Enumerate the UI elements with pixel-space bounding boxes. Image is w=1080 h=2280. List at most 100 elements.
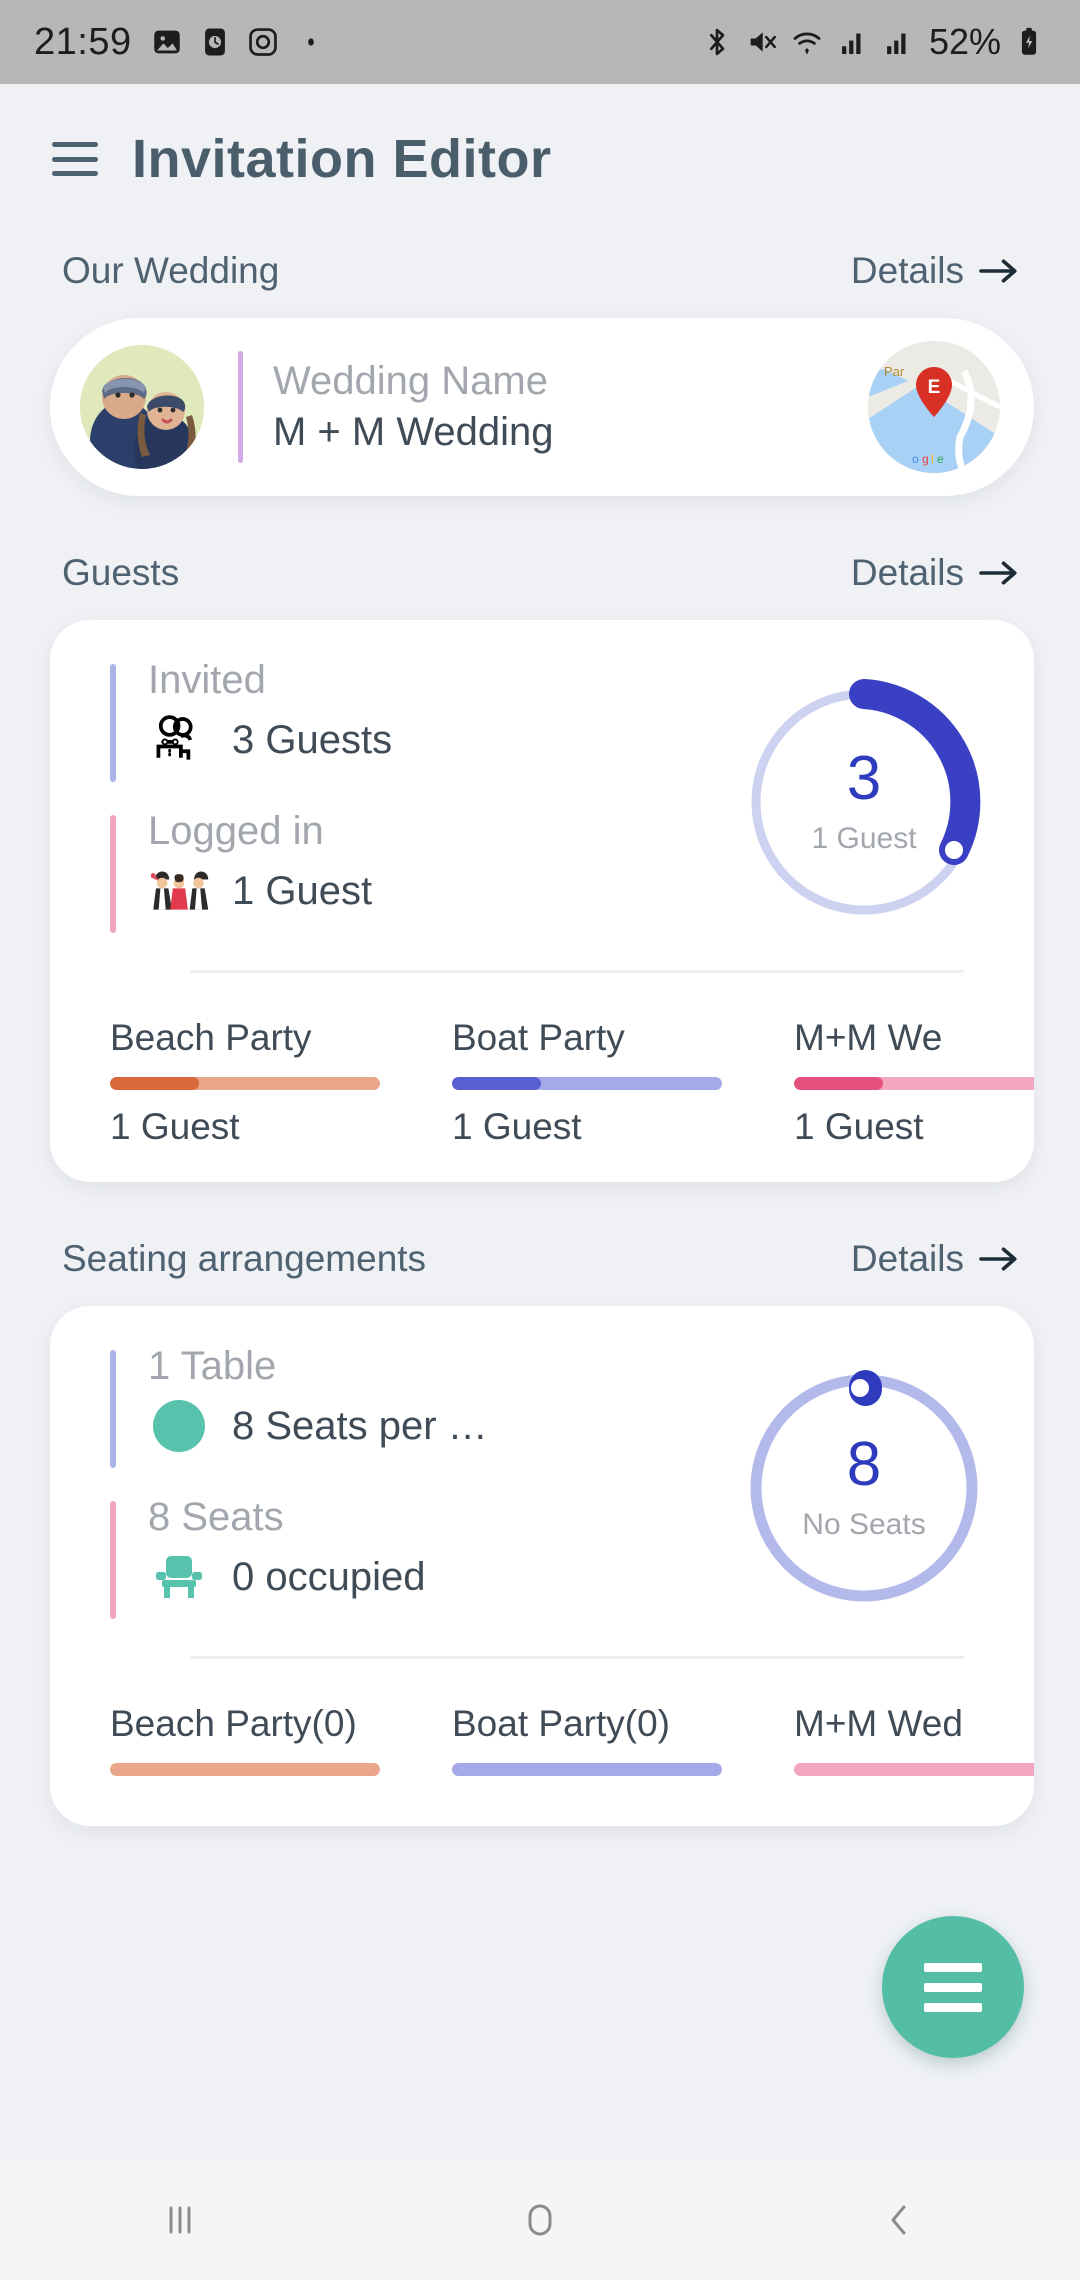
svg-text:e: e: [937, 452, 944, 466]
svg-text:g: g: [922, 452, 929, 466]
section-title-guests: Guests: [62, 552, 180, 593]
details-link-wedding[interactable]: Details: [851, 250, 1020, 292]
stat-label: 1 Table: [148, 1344, 277, 1388]
wedding-party-icon: [148, 860, 210, 922]
floating-action-menu-button[interactable]: [882, 1916, 1024, 2058]
legend-sub: 1 Guest: [452, 1106, 582, 1147]
people-icon: [148, 709, 210, 771]
guests-gauge[interactable]: 3 1 Guest: [732, 670, 996, 934]
chair-icon: [148, 1546, 210, 1608]
legend-item[interactable]: Beach Party 1 Guest: [110, 1017, 380, 1148]
stat-label: 8 Seats: [148, 1495, 284, 1539]
dot-icon: [307, 38, 314, 46]
instagram-icon: [248, 28, 277, 56]
stat-accent-bar: [110, 664, 116, 782]
details-label-wedding: Details: [850, 250, 964, 291]
stat-label: Logged in: [148, 809, 324, 853]
legend-item[interactable]: M+M Wed: [794, 1703, 1034, 1792]
wedding-name-label: Wedding Name: [273, 359, 548, 403]
legend-item[interactable]: Boat Party 1 Guest: [452, 1017, 722, 1148]
circle-icon: [148, 1395, 210, 1457]
stat-label: Invited: [148, 658, 266, 702]
section-header-guests: Guests Details: [0, 552, 1080, 594]
stat-logged-in: Logged in 1 Guest: [110, 809, 610, 933]
svg-text:o: o: [912, 452, 919, 466]
legend-track: [452, 1763, 722, 1776]
stat-value: 0 occupied: [232, 1554, 426, 1599]
details-link-seating[interactable]: Details: [851, 1238, 1020, 1280]
legend-sub: 1 Guest: [794, 1106, 924, 1147]
details-link-guests[interactable]: Details: [851, 552, 1020, 594]
seating-gauge[interactable]: 8 No Seats: [732, 1356, 996, 1620]
svg-text:Par: Par: [884, 364, 905, 379]
battery-percent: 52%: [928, 21, 1001, 62]
stat-invited: Invited 3 Guests: [110, 658, 610, 782]
photo-icon: [153, 30, 180, 54]
seating-legend: Beach Party(0) Boat Party(0) M+M Wed: [50, 1659, 1034, 1792]
arrow-right-icon: [979, 1247, 1017, 1271]
card-accent-rule: [238, 351, 243, 463]
legend-item[interactable]: Beach Party(0): [110, 1703, 380, 1792]
back-icon[interactable]: [830, 2160, 970, 2280]
battery-charging-icon: [1021, 27, 1037, 55]
details-label-guests: Details: [850, 552, 964, 593]
stat-tables: 1 Table 8 Seats per …: [110, 1344, 610, 1468]
stat-value: 8 Seats per …: [232, 1403, 488, 1448]
details-label-seating: Details: [850, 1238, 964, 1279]
map-thumbnail[interactable]: Par E o g l e: [868, 341, 1000, 473]
app-bar: Invitation Editor: [0, 84, 1080, 194]
section-header-wedding: Our Wedding Details: [0, 250, 1080, 292]
stat-value: 1 Guest: [232, 868, 373, 913]
hamburger-icon[interactable]: [52, 142, 98, 176]
android-navigation-bar: [0, 2160, 1080, 2280]
bluetooth-icon: [709, 28, 725, 56]
stat-accent-bar: [110, 815, 116, 933]
legend-fill: [794, 1077, 884, 1090]
status-right-icons: 52%: [700, 21, 1046, 63]
gauge-caption: 1 Guest: [811, 822, 917, 855]
arrow-right-icon: [979, 259, 1017, 283]
guests-legend: Beach Party 1 Guest Boat Party 1 Guest M…: [50, 973, 1034, 1148]
menu-icon-line: [924, 1962, 982, 1972]
seating-card: 1 Table 8 Seats per … 8 Seats 0 occupied…: [50, 1306, 1034, 1826]
status-left-icons: [150, 25, 328, 59]
guests-card: Invited 3 Guests Logged in 1 Guest 3 1 G…: [50, 620, 1034, 1182]
legend-name: M+M Wed: [794, 1703, 963, 1744]
stat-value: 3 Guests: [232, 717, 393, 762]
legend-name: Beach Party(0): [110, 1703, 357, 1744]
clock-icon: [204, 28, 225, 56]
signal-icon: [842, 33, 861, 55]
legend-track: [794, 1077, 1034, 1090]
legend-name: Boat Party(0): [452, 1703, 670, 1744]
wedding-name-value: M + M Wedding: [273, 410, 554, 454]
svg-text:l: l: [931, 452, 934, 466]
gauge-number: 8: [846, 1430, 882, 1499]
section-title-seating: Seating arrangements: [62, 1238, 427, 1279]
legend-track: [452, 1077, 722, 1090]
menu-icon-line: [924, 2002, 982, 2012]
status-time: 21:59: [34, 20, 132, 63]
status-bar: 21:59 52%: [0, 0, 1080, 84]
legend-name: Beach Party: [110, 1017, 312, 1058]
legend-track: [110, 1763, 380, 1776]
section-title-wedding: Our Wedding: [62, 250, 280, 291]
avatar: [80, 345, 204, 469]
legend-track: [794, 1763, 1034, 1776]
legend-sub: 1 Guest: [110, 1106, 240, 1147]
legend-item[interactable]: M+M We 1 Guest: [794, 1017, 1034, 1148]
svg-text:E: E: [928, 377, 941, 398]
wedding-card[interactable]: Wedding Name M + M Wedding Par E o g l e: [50, 318, 1034, 496]
app-screen: 21:59 52% Invitation Editor Our Wedding …: [0, 0, 1080, 2280]
stat-accent-bar: [110, 1350, 116, 1468]
wifi-icon: [793, 32, 821, 55]
legend-name: M+M We: [794, 1017, 943, 1058]
recents-icon[interactable]: [110, 2160, 250, 2280]
mute-icon: [750, 32, 776, 52]
page-title: Invitation Editor: [132, 129, 552, 189]
legend-item[interactable]: Boat Party(0): [452, 1703, 722, 1792]
stat-accent-bar: [110, 1501, 116, 1619]
legend-track: [110, 1077, 380, 1090]
wedding-info: Wedding Name M + M Wedding: [273, 359, 554, 455]
home-icon[interactable]: [470, 2160, 610, 2280]
arrow-right-icon: [979, 561, 1017, 585]
